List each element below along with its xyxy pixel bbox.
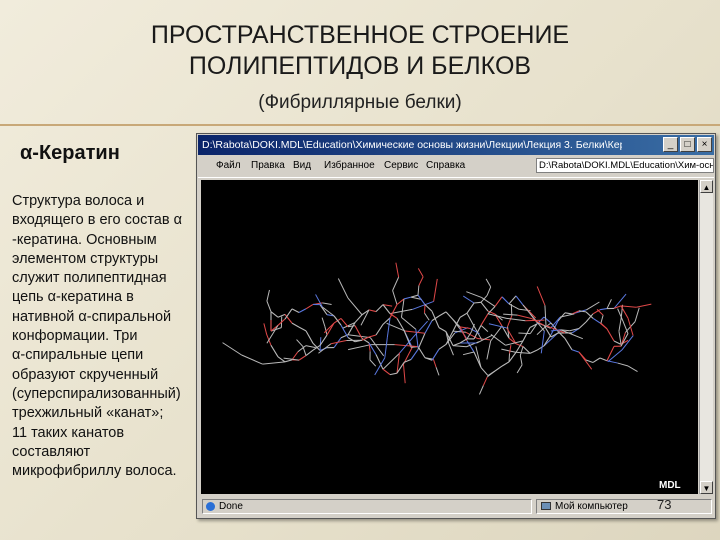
window-titlebar[interactable]: D:\Rabota\DOKI.MDL\Education\Химические …: [198, 135, 714, 155]
scroll-down-arrow[interactable]: ▼: [700, 481, 713, 494]
mdl-logo: MDL: [659, 480, 681, 491]
window-title: D:\Rabota\DOKI.MDL\Education\Химические …: [202, 139, 622, 151]
body-text: Структура волоса и входящего в его соста…: [12, 193, 182, 480]
status-text: Done: [219, 501, 243, 512]
menu-tools[interactable]: Сервис: [384, 156, 418, 176]
maximize-icon[interactable]: □: [680, 137, 695, 152]
vertical-scrollbar[interactable]: ▲ ▼: [699, 180, 713, 494]
zone-text: Мой компьютер: [555, 501, 628, 512]
scroll-up-arrow[interactable]: ▲: [700, 180, 713, 193]
toolbar-separator: [198, 177, 714, 178]
menu-view[interactable]: Вид: [293, 156, 311, 176]
window-controls: _ □ ×: [663, 137, 712, 152]
molecule-bonds: [222, 262, 652, 395]
close-icon[interactable]: ×: [697, 137, 712, 152]
menu-help[interactable]: Справка: [426, 156, 465, 176]
section-heading: α-Кератин: [20, 142, 120, 164]
slide-title: ПРОСТРАНСТВЕННОЕ СТРОЕНИЕ ПОЛИПЕПТИДОВ И…: [0, 20, 720, 82]
address-field[interactable]: D:\Rabota\DOKI.MDL\Education\Хим-осно: [536, 158, 714, 173]
minimize-icon[interactable]: _: [663, 137, 678, 152]
status-right: Мой компьютер: [536, 499, 712, 514]
title-divider: [0, 124, 720, 126]
slide-subtitle: (Фибриллярные белки): [258, 92, 462, 113]
browser-window: D:\Rabota\DOKI.MDL\Education\Химические …: [196, 133, 716, 519]
status-bar: Done Мой компьютер: [198, 498, 714, 516]
molecule-structure[interactable]: [201, 180, 698, 494]
menu-file[interactable]: Файл: [216, 156, 241, 176]
slide-title-line-1: ПРОСТРАНСТВЕННОЕ СТРОЕНИЕ: [150, 21, 570, 49]
molecule-viewer[interactable]: MDL: [201, 180, 698, 494]
page-number: 73: [657, 497, 672, 512]
slide-title-line-2: ПОЛИПЕПТИДОВ И БЕЛКОВ: [188, 52, 532, 80]
page-icon: [206, 502, 215, 511]
status-left: Done: [202, 499, 532, 514]
menu-edit[interactable]: Правка: [251, 156, 285, 176]
computer-icon: [541, 502, 551, 510]
menu-favorites[interactable]: Избранное: [324, 156, 375, 176]
